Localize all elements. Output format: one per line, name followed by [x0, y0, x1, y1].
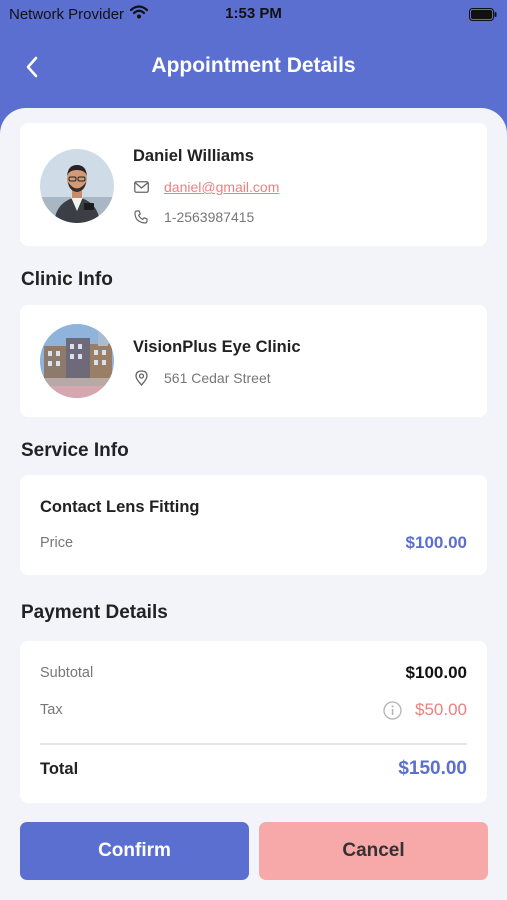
header: Appointment Details: [0, 28, 507, 108]
info-icon[interactable]: [382, 700, 402, 720]
price-label: Price: [40, 535, 74, 551]
phone-icon: [133, 209, 149, 225]
subtotal-label: Subtotal: [40, 665, 94, 681]
mail-icon: [133, 179, 149, 195]
battery-icon: [469, 8, 497, 25]
subtotal-value: $100.00: [405, 663, 467, 682]
patient-phone-row: 1-2563987415: [133, 209, 254, 225]
clinic-address: 561 Cedar Street: [164, 370, 271, 386]
confirm-button[interactable]: Confirm: [20, 822, 249, 880]
patient-email-row: daniel@gmail.com: [133, 179, 279, 195]
clinic-address-row: 561 Cedar Street: [133, 370, 271, 386]
page-title: Appointment Details: [151, 54, 356, 77]
patient-avatar: [40, 149, 114, 223]
clinic-card: VisionPlus Eye Clinic 561 Cedar Street: [20, 305, 487, 417]
patient-name: Daniel Williams: [133, 147, 254, 165]
service-card: Contact Lens Fitting Price $100.00: [20, 475, 487, 575]
tax-value: $50.00: [415, 700, 467, 719]
patient-phone: 1-2563987415: [164, 209, 255, 225]
patient-card: Daniel Williams daniel@gmail.com 1-25639…: [20, 123, 487, 246]
payment-card: Subtotal $100.00 Tax $50.00 Total $150.0…: [20, 641, 487, 803]
patient-email-link[interactable]: daniel@gmail.com: [164, 179, 279, 195]
clinic-image: [40, 324, 114, 398]
service-info-title: Service Info: [21, 440, 129, 461]
cancel-button[interactable]: Cancel: [259, 822, 488, 880]
price-value: $100.00: [405, 533, 467, 552]
payment-details-title: Payment Details: [21, 602, 168, 623]
status-bar: Network Provider 1:53 PM: [0, 0, 507, 28]
location-pin-icon: [133, 370, 149, 386]
status-time: 1:53 PM: [225, 5, 282, 22]
clinic-name: VisionPlus Eye Clinic: [133, 338, 301, 356]
total-label: Total: [40, 760, 79, 778]
tax-label: Tax: [40, 702, 63, 718]
total-value: $150.00: [398, 758, 467, 779]
divider: [40, 743, 467, 745]
service-name: Contact Lens Fitting: [40, 498, 200, 516]
clinic-info-title: Clinic Info: [21, 269, 113, 290]
